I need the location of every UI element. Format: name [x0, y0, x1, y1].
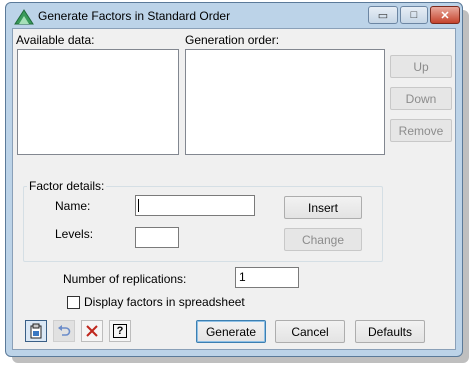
help-icon: ? — [113, 324, 127, 338]
maximize-button[interactable]: □ — [400, 6, 428, 24]
window-title: Generate Factors in Standard Order — [38, 9, 231, 23]
app-triangle-icon — [14, 9, 34, 25]
generation-order-list[interactable] — [185, 49, 385, 155]
generate-button[interactable]: Generate — [196, 320, 266, 343]
down-button[interactable]: Down — [390, 87, 452, 110]
title-bar[interactable]: Generate Factors in Standard Order ▭ □ ✕ — [6, 3, 462, 28]
available-data-label: Available data: — [16, 33, 95, 47]
minimize-icon: ▭ — [377, 9, 389, 22]
dialog-window: Generate Factors in Standard Order ▭ □ ✕… — [5, 2, 463, 357]
replications-value: 1 — [239, 270, 246, 284]
clear-button[interactable] — [81, 320, 103, 342]
generation-order-label: Generation order: — [185, 33, 280, 47]
change-button[interactable]: Change — [284, 228, 362, 251]
close-button[interactable]: ✕ — [430, 6, 460, 24]
replications-input[interactable]: 1 — [235, 267, 299, 288]
levels-input[interactable] — [135, 227, 179, 248]
maximize-icon: □ — [410, 9, 418, 21]
clear-x-icon — [86, 325, 98, 337]
available-data-list[interactable] — [17, 49, 179, 155]
factor-details-label: Factor details: — [27, 179, 107, 193]
replications-label: Number of replications: — [63, 272, 187, 286]
copy-button[interactable] — [25, 320, 47, 342]
cancel-button[interactable]: Cancel — [275, 320, 345, 343]
text-caret — [138, 199, 139, 212]
name-label: Name: — [55, 199, 91, 213]
help-button[interactable]: ? — [109, 320, 131, 342]
undo-button[interactable] — [53, 320, 75, 342]
undo-icon — [58, 325, 71, 336]
clipboard-icon — [30, 323, 42, 339]
minimize-button[interactable]: ▭ — [368, 6, 398, 24]
display-spreadsheet-checkbox[interactable] — [67, 296, 80, 309]
defaults-button[interactable]: Defaults — [355, 320, 425, 343]
remove-button[interactable]: Remove — [390, 119, 452, 142]
display-spreadsheet-label: Display factors in spreadsheet — [84, 295, 245, 309]
levels-label: Levels: — [55, 227, 94, 241]
name-input[interactable] — [135, 195, 255, 216]
close-icon: ✕ — [440, 9, 450, 22]
dialog-client-area: Available data: Generation order: Up Dow… — [12, 28, 456, 350]
up-button[interactable]: Up — [390, 55, 452, 78]
insert-button[interactable]: Insert — [284, 196, 362, 219]
